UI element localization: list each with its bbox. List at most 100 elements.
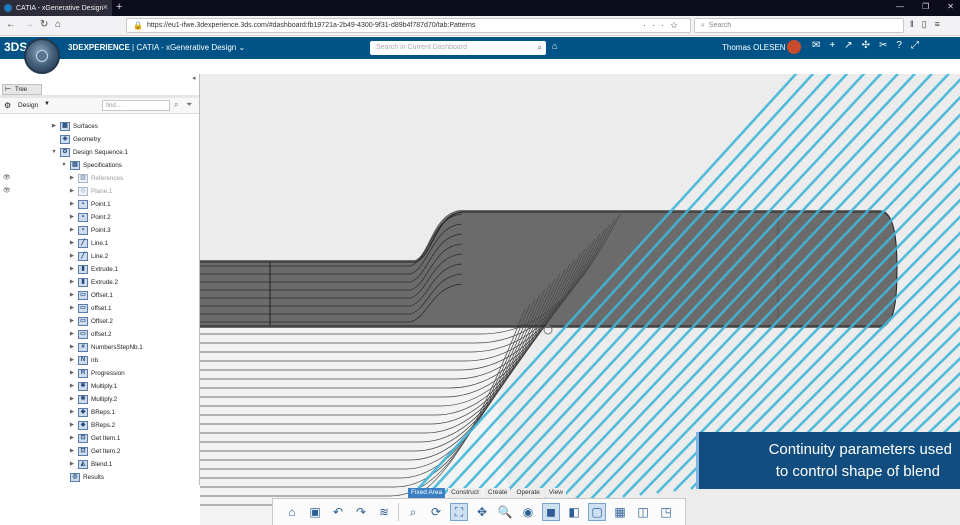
expand-node-icon[interactable]: ▶ — [68, 175, 76, 181]
redo-icon[interactable]: ↷ — [352, 503, 370, 521]
expand-node-icon[interactable]: ▶ — [68, 266, 76, 272]
normal-view-icon[interactable]: ◉ — [519, 503, 537, 521]
tree-row[interactable]: ▶ Nnb — [68, 354, 98, 366]
network-icon[interactable]: ✣ — [862, 40, 870, 51]
tree-row[interactable]: ▶ ▮ Extrude.2 — [68, 276, 118, 288]
filter-icon[interactable]: ⏷ — [186, 100, 192, 110]
tree-row[interactable]: ▶ • Point.2 — [68, 211, 111, 223]
expand-node-icon[interactable]: ▶ — [68, 292, 76, 298]
tree-row[interactable]: ▶ ▮ Extrude.1 — [68, 263, 118, 275]
tree-row[interactable]: ▶ ✱ Multiply.1 — [68, 380, 117, 392]
home-browser-icon[interactable]: ⌂ — [55, 19, 61, 30]
expand-node-icon[interactable]: ▶ — [68, 331, 76, 337]
tab-tree[interactable]: ⊢ Tree — [2, 84, 42, 95]
minimize-icon[interactable]: — — [896, 2, 904, 11]
restore-icon[interactable]: ❐ — [922, 2, 929, 11]
help-icon[interactable]: ? — [896, 40, 902, 51]
browser-tab[interactable]: CATIA - xGenerative Design × — [0, 0, 112, 16]
tools-icon[interactable]: ✂ — [879, 40, 887, 51]
caret-down-icon[interactable]: ▼ — [44, 101, 50, 107]
tree-row[interactable]: ▶ • Point.1 — [68, 198, 111, 210]
library-icon[interactable]: ‖ — [910, 19, 922, 29]
tree-row[interactable]: ▶ ✱ Multiply.2 — [68, 393, 117, 405]
sidebar-icon[interactable]: ▯ — [922, 19, 935, 29]
dashboard-search-input[interactable]: Search in Current Dashboard ⌕ — [370, 41, 546, 55]
tree-row[interactable]: ▶ ▥ References — [68, 172, 123, 184]
add-icon[interactable]: + — [829, 40, 835, 51]
menu-icon[interactable]: ≡ — [935, 19, 948, 29]
back-icon[interactable]: ← — [6, 19, 16, 30]
reload-icon[interactable]: ↻ — [40, 19, 48, 30]
tree-row[interactable]: ▶ ◇ Plane.1 — [68, 185, 112, 197]
expand-node-icon[interactable]: ▶ — [50, 123, 58, 129]
find-input[interactable]: find... — [102, 100, 170, 111]
save-icon[interactable]: ▣ — [306, 503, 324, 521]
expand-node-icon[interactable]: ▶ — [68, 279, 76, 285]
expand-node-icon[interactable]: ▶ — [68, 383, 76, 389]
expand-node-icon[interactable]: ▶ — [68, 201, 76, 207]
tree-row[interactable]: ▶ ⊡ Get Item.1 — [68, 432, 120, 444]
expand-node-icon[interactable]: ▶ — [68, 435, 76, 441]
tree-row[interactable]: ▶ ▭ offset.1 — [68, 302, 112, 314]
collapse-node-icon[interactable]: ▼ — [50, 149, 58, 155]
tree-row[interactable]: ▶ • Point.3 — [68, 224, 111, 236]
search-icon[interactable]: ⌕ — [174, 100, 178, 110]
home-icon[interactable]: ⌂ — [283, 503, 301, 521]
close-window-icon[interactable]: ✕ — [947, 2, 954, 11]
tree-row[interactable]: ▶ ⊡ Get Item.2 — [68, 445, 120, 457]
design-dropdown-label[interactable]: Design — [18, 102, 38, 109]
address-bar[interactable]: 🔒 https://eu1-ifwe.3dexperience.3ds.com/… — [126, 18, 691, 33]
tree-row[interactable]: ▶ ▭ Offset.2 — [68, 315, 113, 327]
tree-row[interactable]: ▶ ◆ BReps.1 — [68, 406, 115, 418]
new-tab-button[interactable]: + — [116, 1, 122, 13]
search-icon[interactable]: ⌕ — [538, 41, 542, 55]
visibility-eye-icon[interactable]: 👁 — [3, 174, 11, 181]
user-name[interactable]: Thomas OLESEN — [722, 43, 786, 52]
app-brand[interactable]: 3DEXPERIENCE | CATIA - xGenerative Desig… — [68, 43, 245, 52]
pan-icon[interactable]: ✥ — [473, 503, 491, 521]
compass-center-icon[interactable] — [36, 50, 48, 62]
tab-create[interactable]: Create — [484, 488, 511, 498]
bookmark-icon[interactable]: ☆ — [670, 20, 684, 30]
shading-icon[interactable]: ◧ — [565, 503, 583, 521]
collapse-node-icon[interactable]: ▼ — [60, 162, 68, 168]
iso-view-icon[interactable]: ◼ — [542, 503, 560, 521]
cube-icon[interactable]: ◳ — [657, 503, 675, 521]
expand-node-icon[interactable]: ▶ — [68, 370, 76, 376]
measure-icon[interactable]: ⌕ — [404, 503, 422, 521]
rotate-icon[interactable]: ⟳ — [427, 503, 445, 521]
expand-node-icon[interactable]: ▶ — [68, 409, 76, 415]
expand-node-icon[interactable]: ▶ — [68, 318, 76, 324]
tab-construct[interactable]: Construct — [448, 488, 482, 498]
tab-fixed-area[interactable]: Fixed Area — [408, 488, 446, 498]
zoom-icon[interactable]: 🔍 — [496, 503, 514, 521]
expand-node-icon[interactable]: ▶ — [68, 227, 76, 233]
forward-icon[interactable]: → — [24, 19, 34, 30]
fullscreen-icon[interactable]: ⤢ — [911, 40, 919, 51]
tree-row[interactable]: ▼ ⚙ Design Sequence.1 — [50, 146, 128, 158]
tree-row[interactable]: ▼ ▤ Specifications — [60, 159, 122, 171]
tag-icon[interactable]: ⌂ — [552, 41, 557, 51]
compass-widget[interactable] — [24, 38, 60, 74]
hide-show-icon[interactable]: ◫ — [634, 503, 652, 521]
tree-row[interactable]: ▶ ▭ offset.2 — [68, 328, 112, 340]
collapse-panel-icon[interactable]: ◂ — [192, 74, 196, 82]
expand-node-icon[interactable]: ▶ — [68, 422, 76, 428]
tree-row[interactable]: ▶ ▦ Surfaces — [50, 120, 98, 132]
tree-row[interactable]: ▶ ╱ Line.2 — [68, 250, 108, 262]
expand-node-icon[interactable]: ▶ — [68, 188, 76, 194]
expand-node-icon[interactable]: ▶ — [68, 448, 76, 454]
expand-node-icon[interactable]: ▶ — [68, 357, 76, 363]
tab-view[interactable]: View — [545, 488, 566, 498]
notifications-icon[interactable]: ✉ — [812, 40, 820, 51]
grid-icon[interactable]: ▦ — [611, 503, 629, 521]
tree-row[interactable]: ▶ ◭ Blend.1 — [68, 458, 112, 470]
tree-row[interactable]: ▶ ◆ BReps.2 — [68, 419, 115, 431]
share-icon[interactable]: ↗ — [844, 40, 852, 51]
expand-node-icon[interactable]: ▶ — [68, 253, 76, 259]
close-tab-icon[interactable]: × — [103, 2, 108, 12]
browser-search-box[interactable]: ⌕ Search — [694, 18, 904, 33]
tree-row[interactable]: ▶ ╱ Line.1 — [68, 237, 108, 249]
render-icon[interactable]: ▢ — [588, 503, 606, 521]
tree-row[interactable]: ▶ # NumbersStepNb.1 — [68, 341, 143, 353]
